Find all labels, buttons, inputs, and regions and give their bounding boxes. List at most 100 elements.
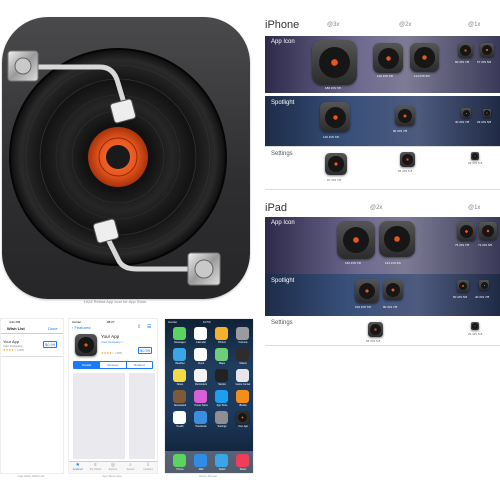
- spotlight-icon-80: [395, 106, 415, 126]
- tab-top-charts[interactable]: ≡ Top Charts: [87, 462, 105, 473]
- home-app-settings[interactable]: [215, 411, 228, 424]
- home-app-label: iBooks: [239, 404, 247, 407]
- home-app-label: Camera: [238, 341, 248, 344]
- home-app-reminders[interactable]: [194, 369, 207, 382]
- home-app-label: Newsstand: [173, 404, 187, 407]
- rating-stars: ★★★★☆ (187): [3, 348, 25, 352]
- home-app-app-store[interactable]: [215, 390, 228, 403]
- home-app-notes[interactable]: [173, 369, 186, 382]
- wishlist-screenshot: 4:21 PM Wish List Done Your App Your Com…: [0, 318, 64, 474]
- home-app-calendar[interactable]: [194, 327, 207, 340]
- list-icon[interactable]: ☰: [147, 324, 151, 330]
- home-app-maps[interactable]: [215, 348, 228, 361]
- segment-reviews[interactable]: Reviews: [100, 362, 127, 368]
- ipad-spotlight-40: [479, 280, 489, 290]
- home-app-label: Game Center: [235, 383, 251, 386]
- ipad-spotlight-100: [355, 279, 379, 303]
- home-app-label: Photos: [218, 341, 226, 344]
- icon-caption: 58 iOS 5-8: [366, 339, 381, 343]
- ipad-spotlight-row: Spotlight 100 iOS 7/8 80 iOS 7/8 50 iOS …: [265, 274, 500, 316]
- home-caption: Home Screen: [198, 474, 218, 478]
- ipad-icon-152: [337, 221, 375, 259]
- row-label: App Icon: [271, 220, 295, 226]
- ipad-icon-72: [479, 222, 497, 240]
- back-button[interactable]: ‹ Featured: [72, 325, 90, 330]
- iphone-col-2x: @2x: [399, 22, 412, 28]
- dock-app-label: Safari: [218, 468, 226, 471]
- done-button[interactable]: Done: [48, 326, 58, 331]
- appstore-app-name: Your App: [101, 334, 120, 339]
- home-app-weather[interactable]: [173, 348, 186, 361]
- tab-featured[interactable]: ★ Featured: [69, 462, 87, 473]
- iphone-title: iPhone: [265, 19, 300, 31]
- app-icon-180: [312, 40, 357, 85]
- appstore-app-dev[interactable]: Your Company >: [101, 340, 123, 344]
- status-carrier: Carrier: [168, 319, 178, 324]
- home-app-videos[interactable]: [236, 348, 249, 361]
- app-icon-57: [480, 43, 494, 57]
- divider: [1, 333, 63, 334]
- status-time: 4:21 PM: [9, 319, 21, 324]
- iphone-col-3x: @3x: [327, 22, 340, 28]
- screenshot-placeholder: [129, 373, 155, 459]
- settings-icon-87: [325, 153, 347, 175]
- spotlight-icon-120: [320, 102, 350, 132]
- home-app-ibooks[interactable]: [236, 390, 249, 403]
- icon-caption: 50 iOS 5/6: [453, 295, 468, 299]
- iphone-appicon-row: App Icon 180 iOS 7/8 120 iOS 7/8 114 iOS…: [265, 36, 500, 93]
- home-app-camera[interactable]: [236, 327, 249, 340]
- home-app-messages[interactable]: [173, 327, 186, 340]
- home-app-game-center[interactable]: [236, 369, 249, 382]
- appstore-screenshot: Carrier 08:27 ‹ Featured ⇪ ☰ Your App Yo…: [68, 318, 158, 474]
- segment-details[interactable]: Details: [74, 362, 101, 368]
- ipad-col-2x: @2x: [370, 205, 383, 211]
- home-app-clock[interactable]: [194, 348, 207, 361]
- wishlist-caption: App Store Wish List: [17, 474, 45, 478]
- appstore-price-button[interactable]: $0.99: [138, 347, 153, 354]
- home-app-passbook[interactable]: [194, 411, 207, 424]
- divider: [265, 345, 500, 346]
- home-app-health[interactable]: [173, 411, 186, 424]
- tab-label: Top Charts: [89, 468, 102, 471]
- rating-stars: ★★★★☆ (187): [101, 351, 123, 355]
- dock-app-mail[interactable]: [194, 454, 207, 467]
- share-icon[interactable]: ⇪: [137, 324, 141, 330]
- ipad-title: iPad: [265, 202, 288, 214]
- home-app-stocks[interactable]: [215, 369, 228, 382]
- dock-app-safari[interactable]: [215, 454, 228, 467]
- wishlist-price-button[interactable]: $0.99: [43, 341, 58, 348]
- row-label: Spotlight: [271, 100, 295, 106]
- icon-caption: 87 iOS 7/8: [327, 178, 342, 182]
- home-app-label: iTunes Store: [193, 404, 209, 407]
- home-app-itunes-store[interactable]: [194, 390, 207, 403]
- status-time: 08:27: [107, 319, 115, 324]
- settings-icon-29: [471, 152, 479, 160]
- tab-label: Featured: [72, 468, 83, 471]
- tab-updates[interactable]: ⇩ Updates: [139, 462, 157, 473]
- home-app-your-app[interactable]: [236, 411, 249, 424]
- appstore-reviews: (187): [115, 351, 123, 355]
- row-label: App Icon: [271, 39, 295, 45]
- ipad-settings-29: [471, 322, 479, 330]
- home-app-photos[interactable]: [215, 327, 228, 340]
- ipad-settings-58: [368, 322, 383, 337]
- segmented-control[interactable]: Details Reviews Related: [73, 361, 153, 369]
- tab-explore[interactable]: ◎ Explore: [104, 462, 122, 473]
- wishlist-reviews: (187): [17, 348, 25, 352]
- spotlight-icon-29: [483, 109, 491, 117]
- icon-caption: 29 iOS 5-8: [468, 332, 483, 336]
- tab-search[interactable]: ⌕ Search: [122, 462, 140, 473]
- home-app-newsstand[interactable]: [173, 390, 186, 403]
- dock-app-music[interactable]: [236, 454, 249, 467]
- iphone-settings-row: Settings 87 iOS 7/8 58 iOS 5-8 29 iOS 5-…: [265, 147, 500, 189]
- dock-app-phone[interactable]: [173, 454, 186, 467]
- app-icon-120: [373, 43, 403, 73]
- ipad-col-1x: @1x: [468, 205, 481, 211]
- home-app-label: Stocks: [218, 383, 226, 386]
- segment-related[interactable]: Related: [127, 362, 152, 368]
- divider: [265, 189, 500, 190]
- tab-label: Search: [126, 468, 135, 471]
- wishlist-title: Wish List: [7, 326, 25, 331]
- home-app-label: Videos: [239, 362, 247, 365]
- divider: [265, 146, 500, 147]
